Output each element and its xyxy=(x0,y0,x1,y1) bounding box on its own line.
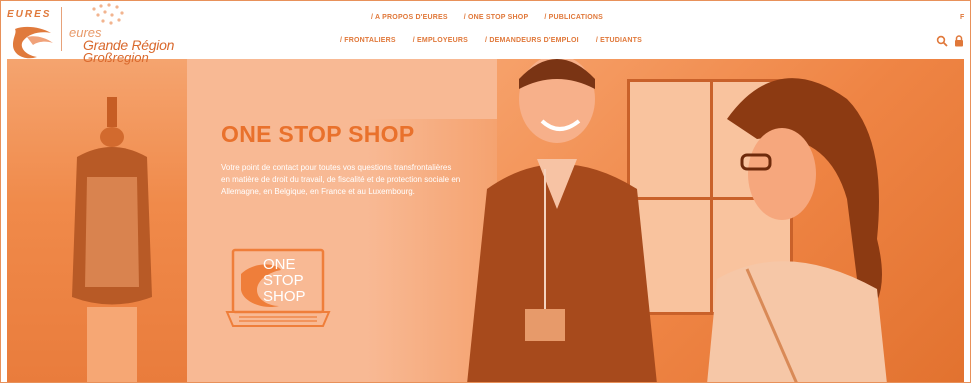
nav-publications[interactable]: / PUBLICATIONS xyxy=(544,14,603,21)
nav-etudiants[interactable]: / ETUDIANTS xyxy=(596,37,642,44)
nav-demandeurs[interactable]: / DEMANDEURS D'EMPLOI xyxy=(485,37,579,44)
man-image xyxy=(467,59,657,382)
hero-content: ONE STOP SHOP Votre point de contact pou… xyxy=(221,121,461,198)
nav-top: / A PROPOS D'EURES / ONE STOP SHOP / PUB… xyxy=(371,14,603,21)
site-header: EURES eures Grande Région Großregion / A… xyxy=(1,1,970,65)
nav-employeurs[interactable]: / EMPLOYEURS xyxy=(413,37,468,44)
oss-logo-line-one: ONE xyxy=(263,256,296,273)
nav-frontaliers[interactable]: / FRONTALIERS xyxy=(340,37,396,44)
nav-a-propos[interactable]: / A PROPOS D'EURES xyxy=(371,14,448,21)
oss-logo-line-two: STOP xyxy=(263,272,304,289)
nav-bottom: / FRONTALIERS / EMPLOYEURS / DEMANDEURS … xyxy=(340,37,642,44)
language-switch[interactable]: F xyxy=(960,14,964,21)
region-name-de: Großregion xyxy=(83,50,149,65)
woman-image xyxy=(707,78,887,382)
hero-description: Votre point de contact pour toutes vos q… xyxy=(221,163,461,196)
logo-divider xyxy=(61,7,62,51)
search-icon[interactable] xyxy=(936,35,948,47)
nav-one-stop-shop[interactable]: / ONE STOP SHOP xyxy=(464,14,529,21)
hero-title: ONE STOP SHOP xyxy=(221,121,415,147)
hero-banner: ONE STOP SHOP Votre point de contact pou… xyxy=(7,59,964,382)
lock-icon[interactable] xyxy=(954,35,964,47)
page: EURES eures Grande Région Großregion / A… xyxy=(0,0,971,383)
eures-logo[interactable]: EURES xyxy=(7,9,61,65)
oss-logo-line-three: SHOP xyxy=(263,288,306,305)
mannequin-image xyxy=(72,97,152,382)
eures-swoosh-icon xyxy=(13,26,53,59)
eures-wordmark: EURES xyxy=(7,9,52,20)
one-stop-shop-logo[interactable]: ONE STOP SHOP xyxy=(223,244,333,354)
